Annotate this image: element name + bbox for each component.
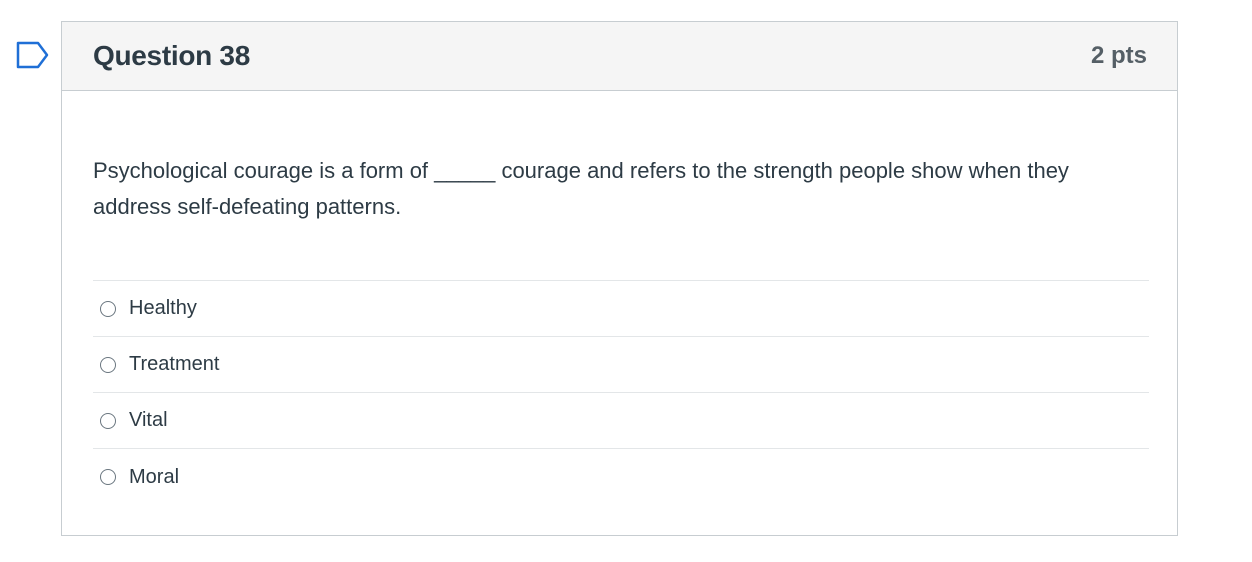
- answer-option-moral[interactable]: Moral: [93, 449, 1149, 505]
- answer-option-vital[interactable]: Vital: [93, 393, 1149, 449]
- answer-list: Healthy Treatment Vital Moral: [93, 280, 1149, 505]
- radio-button[interactable]: [100, 300, 116, 317]
- answer-option-healthy[interactable]: Healthy: [93, 281, 1149, 337]
- question-title: Question 38: [93, 40, 250, 71]
- flag-question-icon[interactable]: [16, 41, 50, 69]
- question-body: Psychological courage is a form of _____…: [62, 91, 1177, 505]
- answer-label[interactable]: Moral: [129, 466, 179, 489]
- answer-label[interactable]: Treatment: [129, 353, 219, 376]
- radio-button[interactable]: [100, 469, 116, 485]
- question-card: Question 38 2 pts Psychological courage …: [61, 21, 1178, 536]
- question-header: Question 38 2 pts: [62, 22, 1177, 91]
- radio-button[interactable]: [100, 356, 116, 373]
- answer-label[interactable]: Healthy: [129, 297, 197, 320]
- answer-option-treatment[interactable]: Treatment: [93, 337, 1149, 393]
- radio-button[interactable]: [100, 412, 116, 429]
- question-text: Psychological courage is a form of _____…: [93, 158, 1069, 219]
- question-points: 2 pts: [1090, 42, 1147, 69]
- answer-label[interactable]: Vital: [129, 409, 168, 432]
